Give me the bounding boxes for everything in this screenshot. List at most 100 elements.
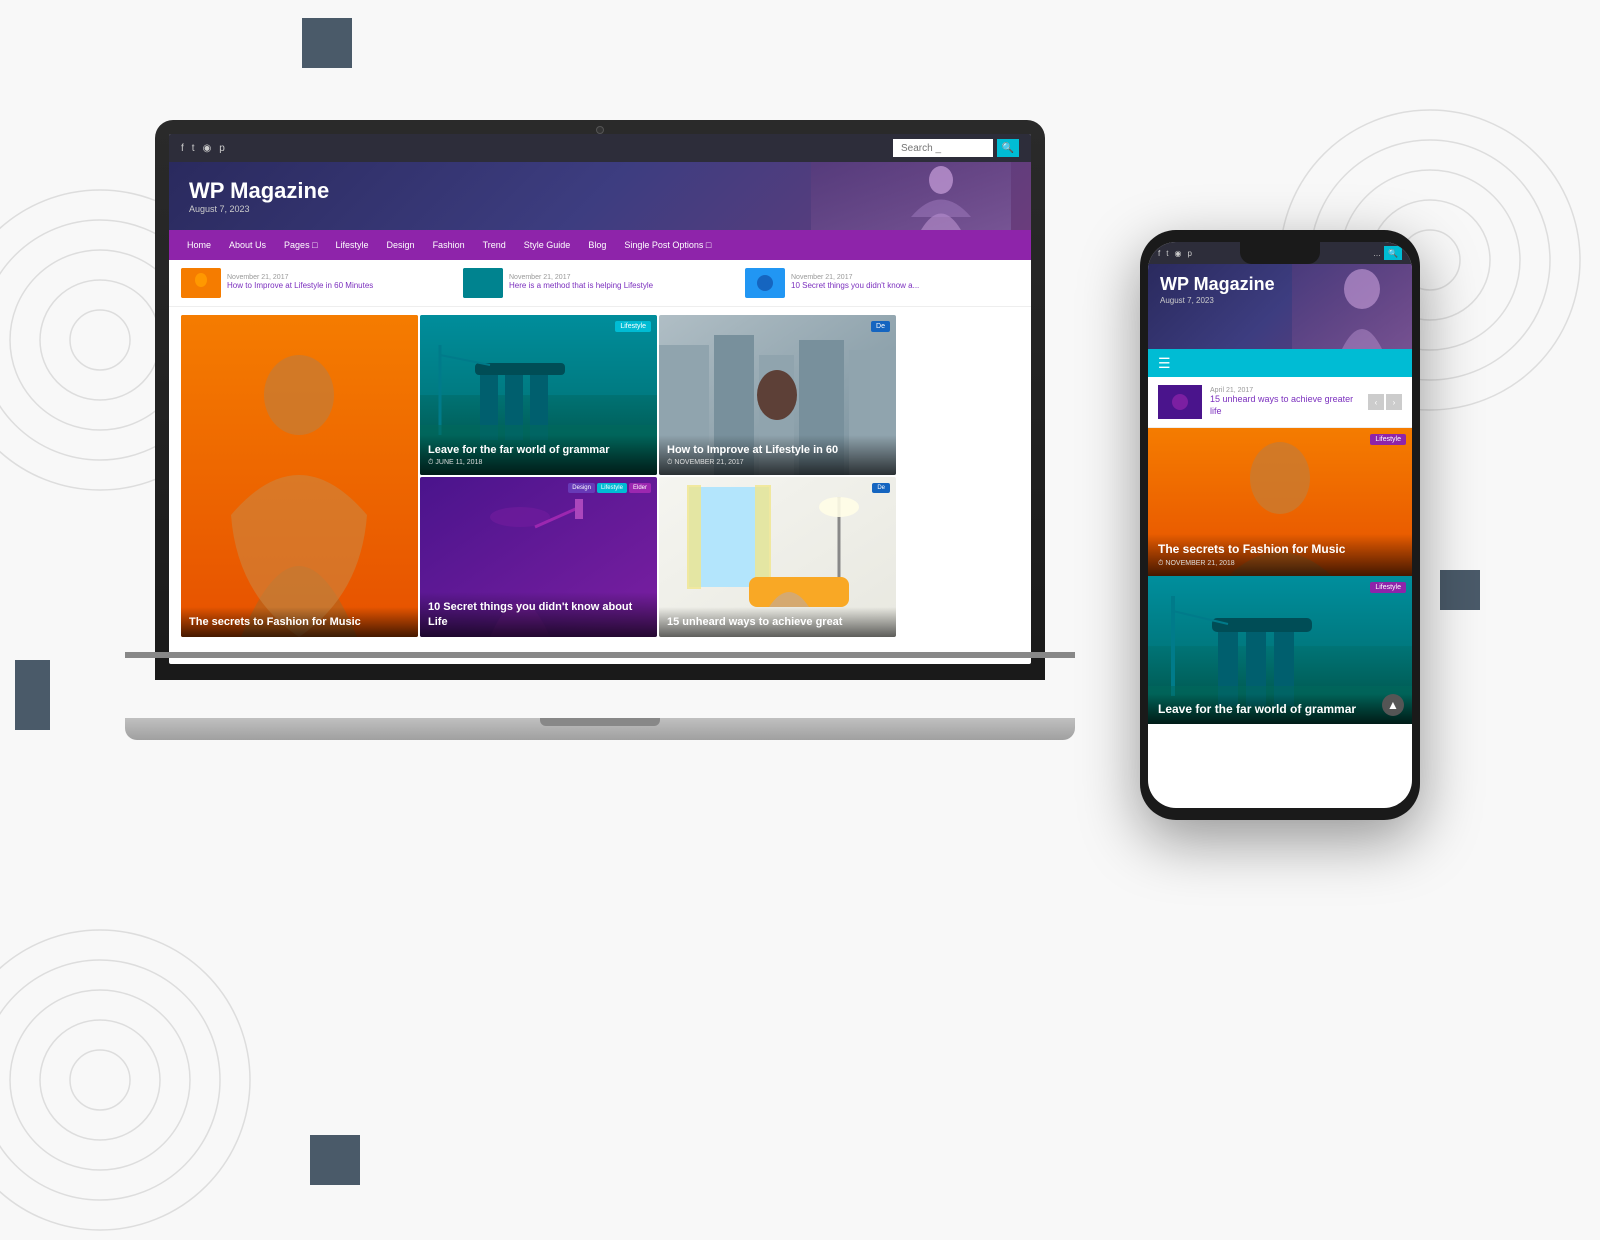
nav-styleguide[interactable]: Style Guide	[516, 240, 579, 250]
circles-bottom-left	[0, 920, 260, 1240]
nav-design[interactable]: Design	[379, 240, 423, 250]
laptop-header: WP Magazine August 7, 2023	[169, 162, 1031, 230]
scroll-to-top-button[interactable]: ▲	[1382, 694, 1404, 716]
phone-card-2[interactable]: Lifestyle Leave for the far world of gra…	[1148, 576, 1412, 724]
phone-site-title: WP Magazine	[1160, 274, 1275, 296]
phone-card1-badge: Lifestyle	[1370, 434, 1406, 445]
phone-search-area: … 🔍	[1373, 246, 1402, 260]
rp3-info: November 21, 2017 10 Secret things you d…	[791, 274, 1019, 291]
phone-card2-badge: Lifestyle	[1370, 582, 1406, 593]
rp2-title[interactable]: Here is a method that is helping Lifesty…	[509, 281, 737, 291]
deco-square-top	[302, 18, 352, 68]
card3-title: How to Improve at Lifestyle in 60	[667, 443, 888, 457]
nav-about[interactable]: About Us	[221, 240, 274, 250]
rp3-title[interactable]: 10 Secret things you didn't know a...	[791, 281, 1019, 291]
laptop-site-date: August 7, 2023	[189, 204, 329, 214]
rp1-date: November 21, 2017	[227, 274, 455, 281]
phone-rp-info: April 21, 2017 15 unheard ways to achiev…	[1210, 387, 1360, 417]
phone-card2-title: Leave for the far world of grammar	[1158, 702, 1402, 716]
laptop-screen: f t ◉ p 🔍 WP Magazine August 7, 2023	[169, 134, 1031, 664]
card4-overlay: 10 Secret things you didn't know about L…	[420, 592, 657, 637]
rp1-title[interactable]: How to Improve at Lifestyle in 60 Minute…	[227, 281, 455, 291]
card2-title: Leave for the far world of grammar	[428, 443, 649, 457]
grid-card-5[interactable]: De 15 unheard ways to achieve great	[659, 477, 896, 637]
rp1-info: November 21, 2017 How to Improve at Life…	[227, 274, 455, 291]
phone-header-text: WP Magazine August 7, 2023	[1160, 274, 1275, 305]
phone-pinterest-icon: p	[1187, 249, 1191, 258]
next-arrow[interactable]: ›	[1386, 394, 1402, 410]
instagram-icon: ◉	[203, 143, 212, 154]
nav-single-post[interactable]: Single Post Options □	[616, 240, 719, 250]
phone-rp-nav: ‹ ›	[1368, 394, 1402, 410]
laptop-header-text: WP Magazine August 7, 2023	[189, 178, 329, 214]
phone-rp-date: April 21, 2017	[1210, 387, 1360, 394]
phone-card-1[interactable]: Lifestyle The secrets to Fashion for Mus…	[1148, 428, 1412, 576]
card2-badge: Lifestyle	[615, 321, 651, 332]
laptop-social-icons: f t ◉ p	[181, 143, 225, 154]
nav-blog[interactable]: Blog	[580, 240, 614, 250]
nav-home[interactable]: Home	[179, 240, 219, 250]
phone-recent-post[interactable]: April 21, 2017 15 unheard ways to achiev…	[1148, 377, 1412, 428]
phone-instagram-icon: ◉	[1174, 249, 1181, 258]
laptop-hinge	[125, 652, 1075, 658]
laptop-recent-posts: November 21, 2017 How to Improve at Life…	[169, 260, 1031, 307]
rp1-thumb	[181, 268, 221, 298]
rp2-thumb	[463, 268, 503, 298]
phone-site-date: August 7, 2023	[1160, 296, 1275, 305]
laptop-search-area: 🔍	[893, 139, 1019, 157]
rp2-date: November 21, 2017	[509, 274, 737, 281]
phone-search-text: …	[1373, 249, 1381, 258]
pinterest-icon: p	[219, 143, 225, 154]
phone-facebook-icon: f	[1158, 249, 1160, 258]
grid-card-3[interactable]: De How to Improve at Lifestyle in 60 ⏱ N…	[659, 315, 896, 475]
rp3-thumb	[745, 268, 785, 298]
card5-badge: De	[872, 483, 890, 493]
phone-device: f t ◉ p … 🔍 WP Magazine August 7, 2023	[1140, 230, 1420, 820]
nav-lifestyle[interactable]: Lifestyle	[328, 240, 377, 250]
laptop-device: f t ◉ p 🔍 WP Magazine August 7, 2023	[155, 120, 1045, 740]
card1-overlay: The secrets to Fashion for Music	[181, 607, 418, 637]
card5-title: 15 unheard ways to achieve great	[667, 615, 888, 629]
phone-social-icons: f t ◉ p	[1158, 249, 1192, 258]
laptop-site-title: WP Magazine	[189, 178, 329, 204]
phone-card1-meta: ⏱ NOVEMBER 21, 2018	[1158, 560, 1402, 568]
phone-twitter-icon: t	[1166, 249, 1168, 258]
phone-screen: f t ◉ p … 🔍 WP Magazine August 7, 2023	[1148, 242, 1412, 808]
phone-header: WP Magazine August 7, 2023	[1148, 264, 1412, 349]
grid-card-1[interactable]: The secrets to Fashion for Music	[181, 315, 418, 637]
phone-card1-overlay: The secrets to Fashion for Music ⏱ NOVEM…	[1148, 534, 1412, 576]
prev-arrow[interactable]: ‹	[1368, 394, 1384, 410]
hamburger-icon[interactable]: ☰	[1158, 355, 1171, 372]
laptop-topbar: f t ◉ p 🔍	[169, 134, 1031, 162]
phone-body: f t ◉ p … 🔍 WP Magazine August 7, 2023	[1140, 230, 1420, 820]
deco-square-right	[1440, 570, 1480, 610]
phone-rp-thumb	[1158, 385, 1202, 419]
facebook-icon: f	[181, 143, 184, 154]
card5-overlay: 15 unheard ways to achieve great	[659, 607, 896, 637]
phone-card2-overlay: Leave for the far world of grammar	[1148, 694, 1412, 724]
laptop-camera	[596, 126, 604, 134]
search-button[interactable]: 🔍	[997, 139, 1019, 157]
deco-square-left-mid	[15, 660, 50, 730]
phone-rp-title: 15 unheard ways to achieve greater life	[1210, 394, 1360, 417]
card2-overlay: Leave for the far world of grammar ⏱ JUN…	[420, 435, 657, 475]
phone-card1-title: The secrets to Fashion for Music	[1158, 542, 1402, 558]
card4-title: 10 Secret things you didn't know about L…	[428, 600, 649, 629]
card1-title: The secrets to Fashion for Music	[189, 615, 410, 629]
recent-post-2: November 21, 2017 Here is a method that …	[463, 268, 737, 298]
card2-meta: ⏱ JUNE 11, 2018	[428, 459, 649, 467]
recent-post-3: November 21, 2017 10 Secret things you d…	[745, 268, 1019, 298]
search-input[interactable]	[893, 139, 993, 157]
nav-fashion[interactable]: Fashion	[425, 240, 473, 250]
nav-trend[interactable]: Trend	[475, 240, 514, 250]
recent-post-1: November 21, 2017 How to Improve at Life…	[181, 268, 455, 298]
card3-badge: De	[871, 321, 890, 332]
grid-card-4[interactable]: Design Lifestyle Elder 10 Secret things …	[420, 477, 657, 637]
deco-square-bottom	[310, 1135, 360, 1185]
phone-navbar: ☰	[1148, 349, 1412, 377]
phone-search-button[interactable]: 🔍	[1384, 246, 1402, 260]
grid-card-2[interactable]: Lifestyle Leave for the far world of gra…	[420, 315, 657, 475]
phone-notch	[1240, 242, 1320, 264]
nav-pages[interactable]: Pages □	[276, 240, 325, 250]
laptop-body: f t ◉ p 🔍 WP Magazine August 7, 2023	[155, 120, 1045, 680]
